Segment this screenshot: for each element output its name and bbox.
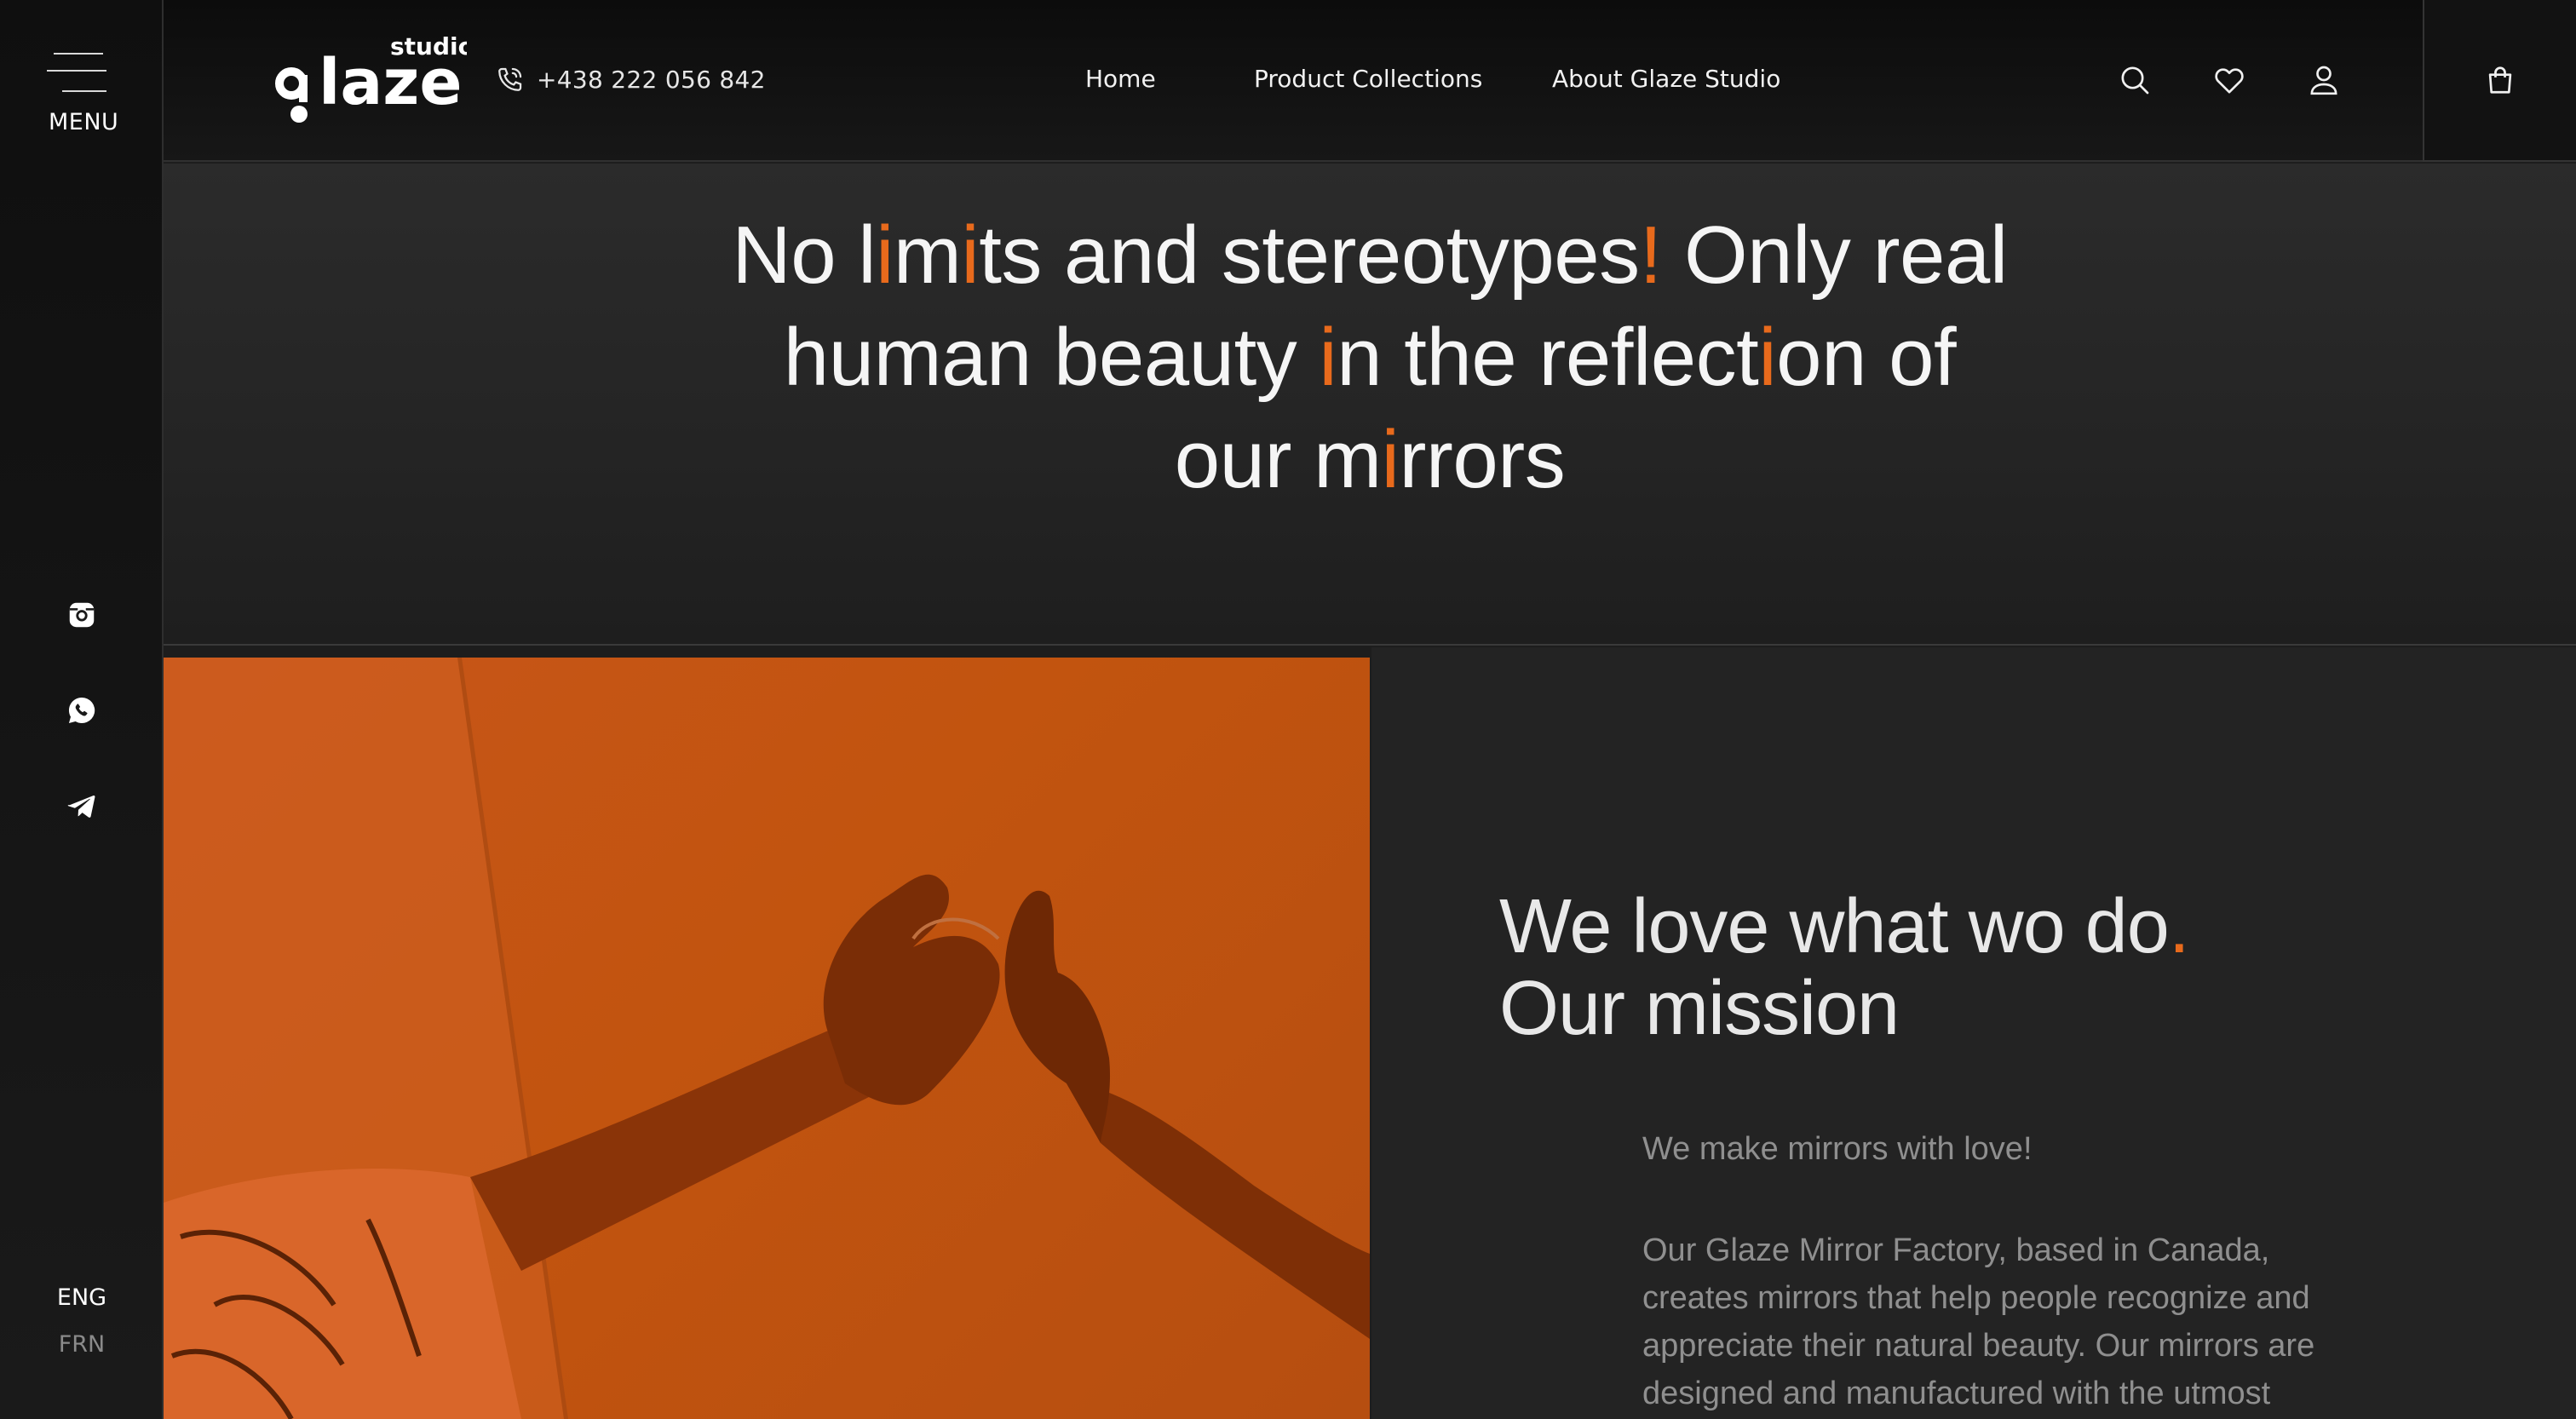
phone-number: +438 222 056 842	[537, 65, 766, 94]
mission-body: Our Glaze Mirror Factory, based in Canad…	[1642, 1232, 2315, 1411]
nav-about-glaze-studio[interactable]: About Glaze Studio	[1552, 65, 1780, 93]
hero-headline: No limits and stereotypes! Only real huma…	[164, 204, 2576, 511]
mission-section: We love what wo do. Our mission We make …	[1371, 647, 2576, 1419]
language-eng[interactable]: ENG	[0, 1284, 164, 1311]
whatsapp-link[interactable]	[60, 688, 104, 732]
hero-accent-letter: i	[1758, 312, 1777, 403]
nav-home[interactable]: Home	[1085, 65, 1156, 93]
page: MENU ENG FRN studio laze +438 222 056 84…	[0, 0, 2576, 1419]
hero-text-segment: our m	[1174, 414, 1382, 505]
search-button[interactable]	[2114, 60, 2155, 101]
search-icon	[2121, 66, 2149, 95]
mission-heading-dot: .	[2168, 884, 2190, 969]
hero-text-segment: ts and stereotypes	[979, 210, 1640, 301]
nav-product-collections[interactable]: Product Collections	[1254, 65, 1482, 93]
hero-headline-line: our mirrors	[164, 409, 2576, 511]
language-frn[interactable]: FRN	[0, 1331, 164, 1358]
hero-headline-line: No limits and stereotypes! Only real	[164, 204, 2576, 307]
hero-accent-letter: i	[876, 210, 894, 301]
left-sidebar: MENU ENG FRN	[0, 0, 164, 1419]
mission-intro: We make mirrors with love!	[1642, 1131, 2033, 1167]
hamburger-icon-line	[47, 70, 106, 72]
glaze-studio-logo[interactable]: studio laze	[271, 31, 474, 131]
instagram-link[interactable]	[60, 593, 104, 637]
user-icon	[2310, 66, 2337, 95]
cart-button[interactable]	[2423, 0, 2576, 162]
hamburger-icon-line	[62, 90, 106, 92]
hero-accent-letter: i	[961, 210, 980, 301]
hero-headline-line: human beauty in the reflection of	[164, 307, 2576, 409]
instagram-icon	[69, 602, 95, 628]
hero-text-segment: human beauty	[783, 312, 1320, 403]
mission-heading-line2: Our mission	[1499, 966, 1900, 1051]
hero-text-segment: m	[893, 210, 962, 301]
mission-heading-line1: We love what wo do	[1499, 884, 2170, 969]
menu-button[interactable]: MENU	[47, 49, 119, 143]
phone-contact[interactable]: +438 222 056 842	[496, 65, 766, 94]
menu-label: MENU	[49, 109, 119, 135]
logo-mark: studio laze	[275, 32, 474, 123]
account-button[interactable]	[2303, 60, 2344, 101]
hands-illustration	[164, 658, 1370, 1419]
shopping-bag-icon	[2488, 66, 2512, 94]
hero-text-segment: on of	[1776, 312, 1957, 403]
hero-accent-letter: i	[1381, 414, 1400, 505]
heart-icon	[2215, 68, 2244, 94]
hands-photo	[164, 658, 1370, 1419]
hero-text-segment: n the reflect	[1337, 312, 1759, 403]
hero-accent-letter: !	[1639, 210, 1663, 301]
hero-text-segment: rrors	[1399, 414, 1566, 505]
hero-section: No limits and stereotypes! Only real huma…	[164, 164, 2576, 646]
hamburger-icon	[54, 53, 103, 55]
telegram-icon	[67, 795, 95, 818]
svg-text:laze: laze	[319, 46, 463, 119]
phone-icon	[498, 67, 522, 91]
hero-text-segment: Only real	[1661, 210, 2008, 301]
hero-text-segment: No l	[732, 210, 877, 301]
mission-heading: We love what wo do. Our mission	[1499, 886, 2436, 1049]
wishlist-button[interactable]	[2209, 60, 2250, 101]
top-header: studio laze +438 222 056 842 Home Produc…	[164, 0, 2576, 162]
whatsapp-icon	[68, 697, 95, 724]
hero-accent-letter: i	[1319, 312, 1337, 403]
telegram-link[interactable]	[60, 784, 104, 828]
